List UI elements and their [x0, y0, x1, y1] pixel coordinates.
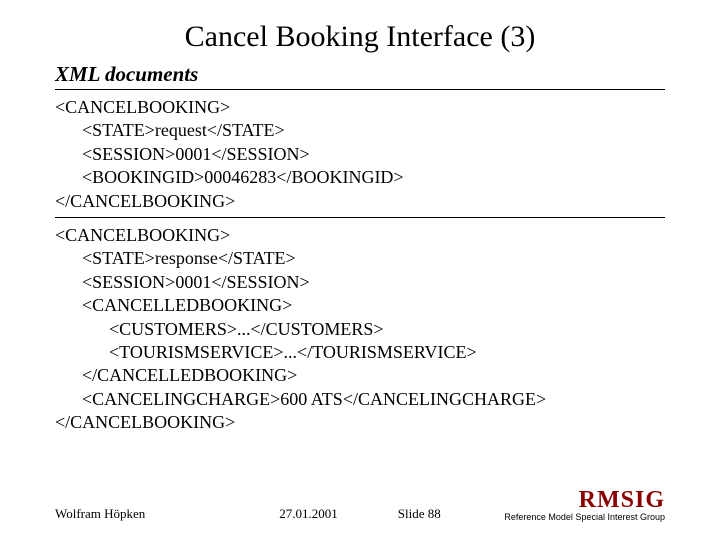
footer-date: 27.01.2001	[279, 506, 338, 522]
slide-footer: Wolfram Höpken 27.01.2001 Slide 88 RMSIG…	[55, 488, 665, 522]
divider-2	[55, 217, 665, 218]
footer-author: Wolfram Höpken	[55, 506, 258, 522]
slide: Cancel Booking Interface (3) XML documen…	[0, 0, 720, 540]
divider-1	[55, 89, 665, 90]
slide-subtitle: XML documents	[55, 62, 665, 87]
footer-logo-subtitle: Reference Model Special Interest Group	[462, 512, 665, 522]
footer-slide-number: Slide 88	[398, 506, 441, 522]
xml-response-block: <CANCELBOOKING> <STATE>response</STATE> …	[55, 224, 665, 435]
xml-request-block: <CANCELBOOKING> <STATE>request</STATE> <…	[55, 96, 665, 213]
footer-logo: RMSIG	[462, 488, 665, 512]
slide-title: Cancel Booking Interface (3)	[55, 20, 665, 54]
